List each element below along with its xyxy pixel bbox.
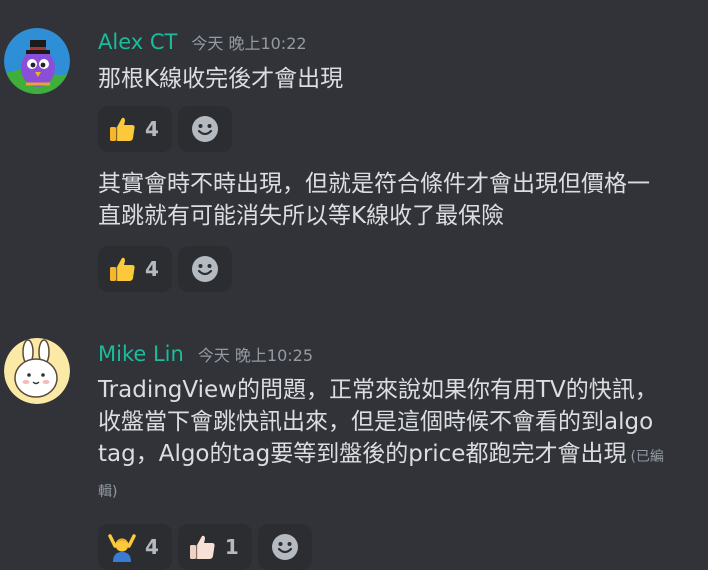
- message-body: TradingView的問題，正常來說如果你有用TV的快訊，收盤當下會跳快訊出來…: [98, 377, 658, 467]
- thumbs-up-light-icon: [189, 535, 215, 559]
- smiley-icon: [191, 116, 218, 142]
- reaction-count: 4: [145, 257, 159, 281]
- message-header: Mike Lin 今天 晚上10:25: [98, 342, 313, 366]
- bunny-avatar-icon: [4, 338, 70, 404]
- reaction-thumbs-up[interactable]: 4: [98, 106, 172, 152]
- thumbs-up-icon: [110, 117, 135, 141]
- avatar[interactable]: [4, 28, 70, 94]
- message-text: TradingView的問題，正常來說如果你有用TV的快訊，收盤當下會跳快訊出來…: [98, 374, 668, 508]
- username[interactable]: Alex CT: [98, 30, 177, 54]
- thumbs-up-icon: [110, 257, 135, 281]
- smiley-icon: [191, 256, 218, 282]
- reaction-bar: 4: [98, 246, 232, 292]
- reaction-bar: 4 1: [98, 524, 312, 570]
- timestamp[interactable]: 今天 晚上10:25: [198, 342, 313, 366]
- reaction-count: 4: [145, 117, 159, 141]
- message-header: Alex CT 今天 晚上10:22: [98, 30, 307, 54]
- reaction-count: 1: [224, 535, 239, 559]
- purple-bird-avatar-icon: [4, 28, 70, 94]
- reaction-thumbs-up[interactable]: 4: [98, 246, 172, 292]
- reaction-thumbs-up-light[interactable]: 1: [177, 524, 252, 570]
- person-raising-hands-icon: [108, 534, 136, 562]
- add-reaction-button[interactable]: [177, 246, 232, 292]
- add-reaction-button[interactable]: [257, 524, 312, 570]
- smiley-icon: [271, 534, 298, 560]
- message-text: 其實會時不時出現，但就是符合條件才會出現但價格一直跳就有可能消失所以等K線收了最…: [98, 171, 650, 229]
- reaction-raising-hands[interactable]: 4: [98, 524, 172, 570]
- reaction-bar: 4: [98, 106, 232, 152]
- add-reaction-button[interactable]: [177, 106, 232, 152]
- timestamp[interactable]: 今天 晚上10:22: [191, 30, 306, 54]
- message-text: 那根K線收完後才會出現: [98, 66, 344, 92]
- username[interactable]: Mike Lin: [98, 342, 184, 366]
- reaction-count: 4: [145, 535, 159, 559]
- avatar[interactable]: [4, 338, 70, 404]
